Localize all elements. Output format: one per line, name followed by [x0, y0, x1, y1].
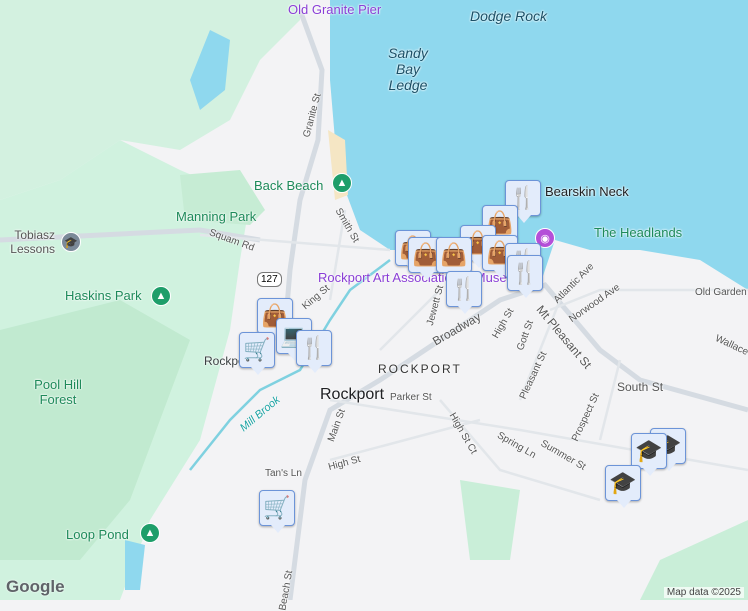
- park-pool-hill-forest[interactable]: Pool Hill Forest: [28, 377, 88, 407]
- grocery-cart-marker[interactable]: 🛒: [259, 490, 295, 533]
- school-marker[interactable]: 🎓: [631, 433, 667, 476]
- town-rockport: Rockport: [320, 386, 385, 403]
- park-haskins[interactable]: Haskins Park: [65, 288, 142, 303]
- restaurant-marker[interactable]: 🍴: [446, 271, 482, 314]
- tree-icon[interactable]: ▲: [151, 286, 171, 306]
- poi-tobiasz-lessons[interactable]: Tobiasz Lessons: [0, 228, 55, 256]
- school-marker[interactable]: 🎓: [605, 465, 641, 508]
- tree-icon[interactable]: ▲: [332, 173, 352, 193]
- park-the-headlands[interactable]: The Headlands: [594, 225, 682, 240]
- shopping-marker[interactable]: 👜: [436, 237, 472, 280]
- tree-icon[interactable]: ▲: [140, 523, 160, 543]
- school-icon[interactable]: 🎓: [61, 232, 81, 252]
- park-manning[interactable]: Manning Park: [176, 209, 256, 224]
- poi-old-granite-pier[interactable]: Old Granite Pier: [288, 2, 381, 17]
- street-label: Parker St: [390, 392, 432, 403]
- label-bearskin-neck: Bearskin Neck: [545, 184, 629, 199]
- label-dodge-rock: Dodge Rock: [470, 8, 548, 24]
- park-loop-pond[interactable]: Loop Pond: [66, 527, 129, 542]
- google-logo: Google: [6, 577, 65, 596]
- park-area: [460, 480, 520, 560]
- restaurant-marker[interactable]: 🍴: [507, 255, 543, 298]
- route-127-shield: 127: [257, 272, 282, 287]
- street-label: Tan's Ln: [265, 468, 302, 479]
- label-sandy-bay-ledge: Sandy Bay Ledge: [388, 45, 428, 93]
- street-label: South St: [617, 380, 664, 394]
- area-rockport: ROCKPORT: [378, 362, 462, 376]
- restaurant-marker[interactable]: 🍴: [296, 330, 332, 373]
- map-attribution[interactable]: Map data ©2025: [663, 587, 744, 598]
- park-back-beach[interactable]: Back Beach: [254, 178, 323, 193]
- grocery-cart-marker[interactable]: 🛒: [239, 332, 275, 375]
- street-label: Old Garden Rd: [695, 287, 748, 298]
